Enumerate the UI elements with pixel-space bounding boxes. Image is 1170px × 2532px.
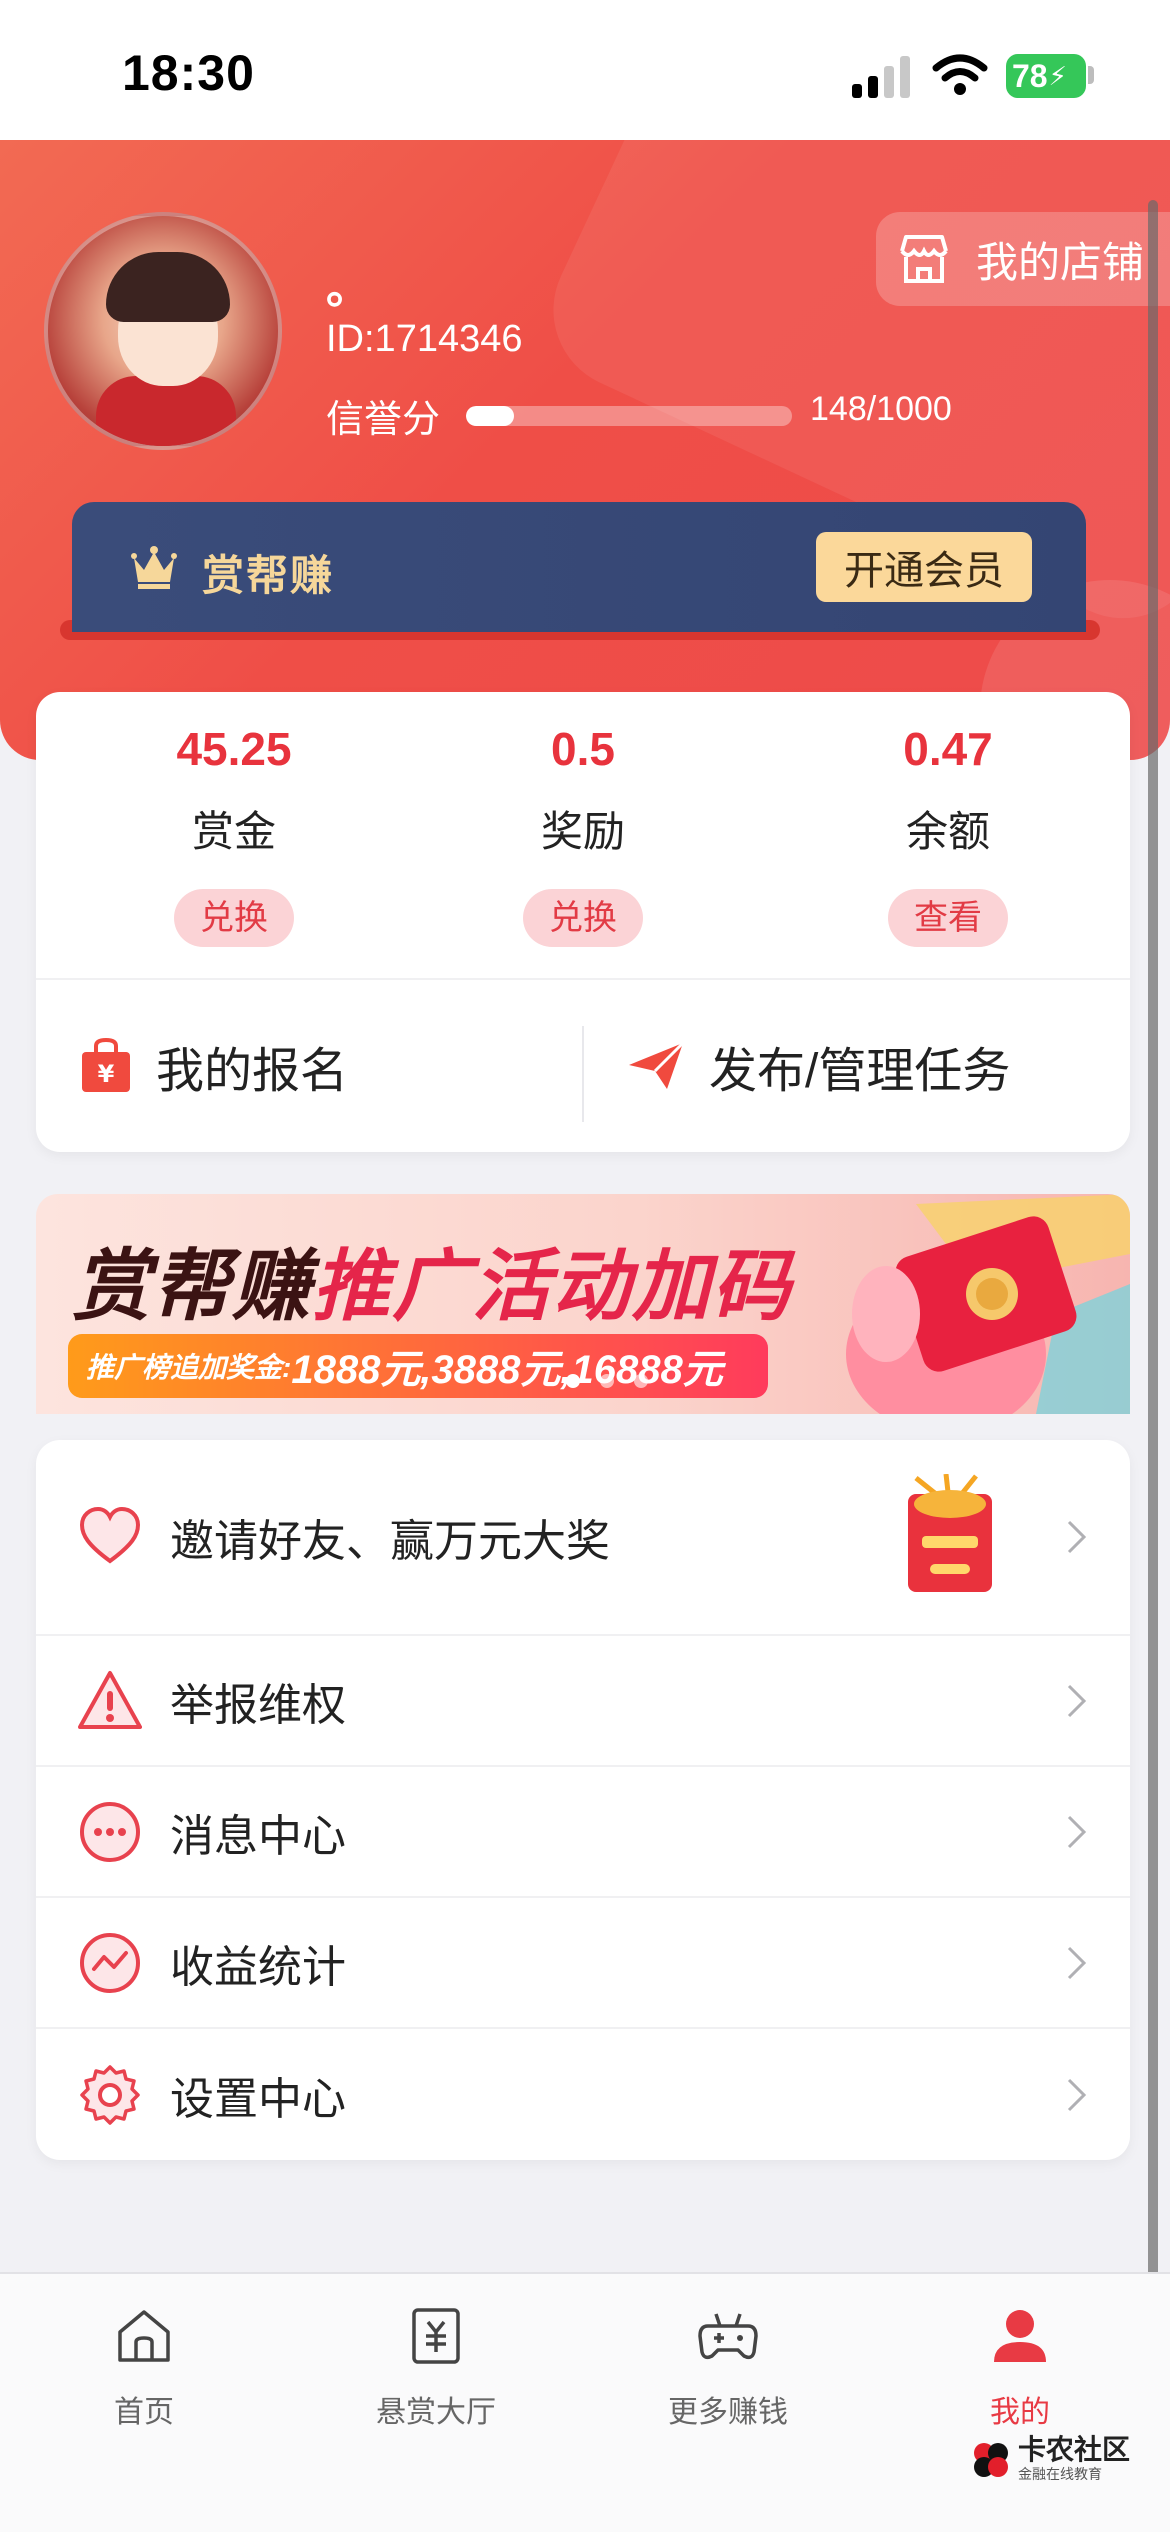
menu-label-earnings: 收益统计 (170, 1942, 346, 1992)
stat-bounty-label: 赏金 (191, 808, 276, 855)
my-signup-link[interactable]: ¥ 我的报名 (36, 980, 583, 1152)
status-time: 18:30 (122, 45, 255, 101)
tab-more-earn-label: 更多赚钱 (668, 2396, 788, 2429)
menu-label-report: 举报维权 (170, 1680, 346, 1730)
promo-title-event: 推广活动加码 (312, 1242, 793, 1330)
message-icon (80, 1801, 140, 1862)
promo-subtitle: 推广榜追加奖金: 1888元,3888元,16888元 (68, 1334, 768, 1398)
balance-view-button[interactable]: 查看 (888, 889, 1008, 947)
gamepad-icon (698, 2313, 758, 2360)
red-envelope-icon (908, 1474, 992, 1592)
stat-balance: 0.47 余额 查看 (798, 722, 1098, 947)
stats-icon (80, 1932, 140, 1993)
publish-tasks-link[interactable]: 发布/管理任务 (583, 980, 1130, 1152)
reward-exchange-button[interactable]: 兑换 (523, 889, 643, 947)
heart-icon (79, 1506, 141, 1564)
stat-bounty: 45.25 赏金 兑换 (84, 722, 384, 947)
tab-home[interactable]: 首页 (44, 2304, 244, 2431)
watermark-text: 卡农社区 (1018, 2434, 1131, 2465)
signal-icon (852, 56, 910, 98)
battery-level: 78 (1012, 57, 1048, 94)
menu-label-settings: 设置中心 (170, 2074, 346, 2124)
home-icon (118, 2310, 170, 2362)
scrollbar[interactable] (1148, 200, 1158, 2290)
shopping-bag-icon: ¥ (82, 1038, 130, 1092)
carousel-dot[interactable] (566, 1374, 580, 1388)
shop-icon (900, 235, 948, 283)
carousel-dot[interactable] (634, 1374, 648, 1388)
my-shop-label: 我的店铺 (976, 238, 1145, 286)
avatar-body (96, 376, 236, 446)
open-membership-button[interactable]: 开通会员 (816, 532, 1032, 602)
stat-reward-label: 奖励 (540, 808, 625, 855)
profile-icon (994, 2310, 1046, 2362)
menu-item-report[interactable]: 举报维权 (36, 1636, 1130, 1767)
vip-title: 赏帮赚 (202, 552, 335, 599)
warning-icon (78, 1670, 142, 1729)
vip-banner[interactable]: 赏帮赚 开通会员 (72, 502, 1086, 632)
my-shop-button[interactable]: 我的店铺 (876, 212, 1170, 306)
stat-reward: 0.5 奖励 兑换 (433, 722, 733, 947)
credit-progress-fill (466, 406, 515, 426)
menu-label-messages: 消息中心 (170, 1811, 346, 1861)
tab-home-label: 首页 (114, 2396, 174, 2429)
menu-item-settings[interactable]: 设置中心 (36, 2029, 1130, 2160)
battery-cap (1088, 66, 1094, 84)
svg-text:¥: ¥ (98, 1060, 115, 1088)
tab-profile[interactable]: 我的 (920, 2304, 1120, 2431)
tab-reward-hall[interactable]: 悬赏大厅 (336, 2304, 536, 2431)
bounty-exchange-button[interactable]: 兑换 (174, 889, 294, 947)
status-bar: 18:30 78 ⚡ (0, 0, 1170, 140)
credit-value: 148/1000 (810, 390, 952, 428)
credit-label: 信誉分 (326, 399, 441, 441)
stat-balance-value: 0.47 (903, 723, 993, 775)
menu-label-invite: 邀请好友、赢万元大奖 (170, 1517, 610, 1566)
watermark: 卡农社区 金融在线教育 (970, 2436, 1130, 2484)
menu-item-invite[interactable]: 邀请好友、赢万元大奖 (36, 1440, 1130, 1636)
chevron-right-icon (1067, 2078, 1087, 2111)
chevron-right-icon (1067, 1520, 1087, 1554)
user-name: 。 (326, 264, 370, 313)
watermark-subtext: 金融在线教育 (1018, 2466, 1102, 2482)
reward-hall-icon (412, 2308, 460, 2364)
settings-icon (80, 2064, 140, 2125)
my-signup-label: 我的报名 (156, 1045, 349, 1098)
carousel-dot[interactable] (600, 1374, 614, 1388)
menu-item-earnings[interactable]: 收益统计 (36, 1898, 1130, 2029)
chevron-right-icon (1067, 1946, 1087, 1979)
menu-card: 邀请好友、赢万元大奖 举报维权 消息中心 收益统计 设置中心 (36, 1440, 1130, 2160)
stat-reward-value: 0.5 (551, 723, 615, 775)
paper-plane-icon (629, 1041, 685, 1089)
battery-icon: 78 ⚡ (1006, 54, 1086, 98)
promo-title: 赏帮赚推广活动加码 (72, 1224, 792, 1336)
wifi-icon (932, 54, 988, 95)
stat-balance-label: 余额 (905, 808, 990, 855)
promo-subtitle-amounts: 1888元,3888元,16888元 (291, 1348, 723, 1392)
publish-tasks-label: 发布/管理任务 (709, 1045, 1011, 1098)
menu-item-messages[interactable]: 消息中心 (36, 1767, 1130, 1898)
promo-title-brand: 赏帮赚 (72, 1242, 313, 1330)
red-envelope-hand-illustration (846, 1194, 1130, 1414)
chevron-right-icon (1067, 1684, 1087, 1717)
tab-more-earn[interactable]: 更多赚钱 (628, 2304, 828, 2431)
bottom-tab-bar: 首页 悬赏大厅 更多赚钱 我的 (0, 2272, 1170, 2532)
avatar-hair (106, 252, 230, 322)
promo-banner[interactable]: 赏帮赚推广活动加码 推广榜追加奖金: 1888元,3888元,16888元 (36, 1194, 1130, 1414)
profile-header: 。 ID:1714346 信誉分 148/1000 我的店铺 赏帮赚 开通会员 (0, 140, 1170, 760)
wallet-card: 45.25 赏金 兑换 0.5 奖励 兑换 0.47 余额 查看 ¥ 我的报名 … (36, 692, 1130, 1152)
user-id: ID:1714346 (326, 318, 523, 360)
promo-subtitle-prefix: 推广榜追加奖金: (86, 1352, 292, 1383)
watermark-logo-icon (974, 2443, 1008, 2477)
stat-bounty-value: 45.25 (176, 723, 292, 775)
avatar[interactable] (44, 212, 282, 450)
crown-icon (131, 546, 177, 589)
chevron-right-icon (1067, 1815, 1087, 1848)
credit-progress-bar (466, 406, 792, 426)
carousel-indicator (566, 1374, 648, 1388)
tab-profile-label: 我的 (990, 2396, 1050, 2429)
tab-reward-hall-label: 悬赏大厅 (376, 2396, 496, 2429)
